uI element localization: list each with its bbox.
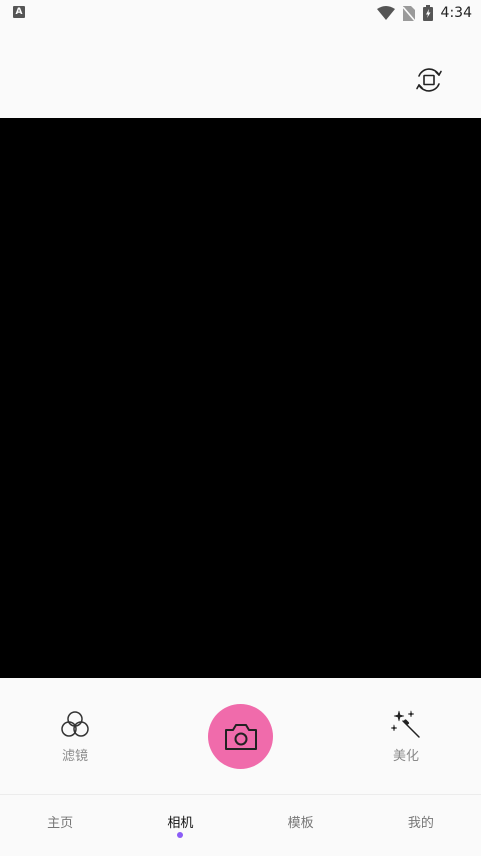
filter-button[interactable]: 滤镜 [35,709,115,764]
tab-profile[interactable]: 我的 [361,795,481,856]
camera-viewfinder[interactable] [0,118,481,678]
filter-icon [61,711,89,737]
wifi-icon [376,6,395,20]
status-icons: 4:34 [376,3,472,23]
tab-camera[interactable]: 相机 [120,795,240,856]
top-bar [0,28,481,118]
beauty-button[interactable]: 美化 [366,709,446,764]
battery-charging-icon [422,5,433,21]
bottom-tab-bar: 主页 相机 模板 我的 [0,794,481,856]
camera-icon [224,723,257,750]
tab-label: 模板 [287,816,314,831]
status-time: 4:34 [440,5,472,21]
tab-templates[interactable]: 模板 [241,795,361,856]
tab-label: 主页 [47,816,74,831]
no-sim-icon [402,5,415,21]
active-tab-indicator [177,832,184,838]
tab-home[interactable]: 主页 [0,795,120,856]
shutter-button[interactable] [208,704,273,769]
switch-camera-icon [416,68,442,92]
notification-icon: A [13,6,25,18]
magic-wand-icon [391,710,420,738]
status-bar: A 4:34 [0,0,481,28]
beauty-label: 美化 [392,749,419,764]
tab-label: 相机 [167,816,194,831]
switch-camera-button[interactable] [412,64,446,96]
camera-controls: 滤镜 美化 [0,678,481,794]
tab-label: 我的 [407,816,434,831]
filter-label: 滤镜 [61,749,88,764]
